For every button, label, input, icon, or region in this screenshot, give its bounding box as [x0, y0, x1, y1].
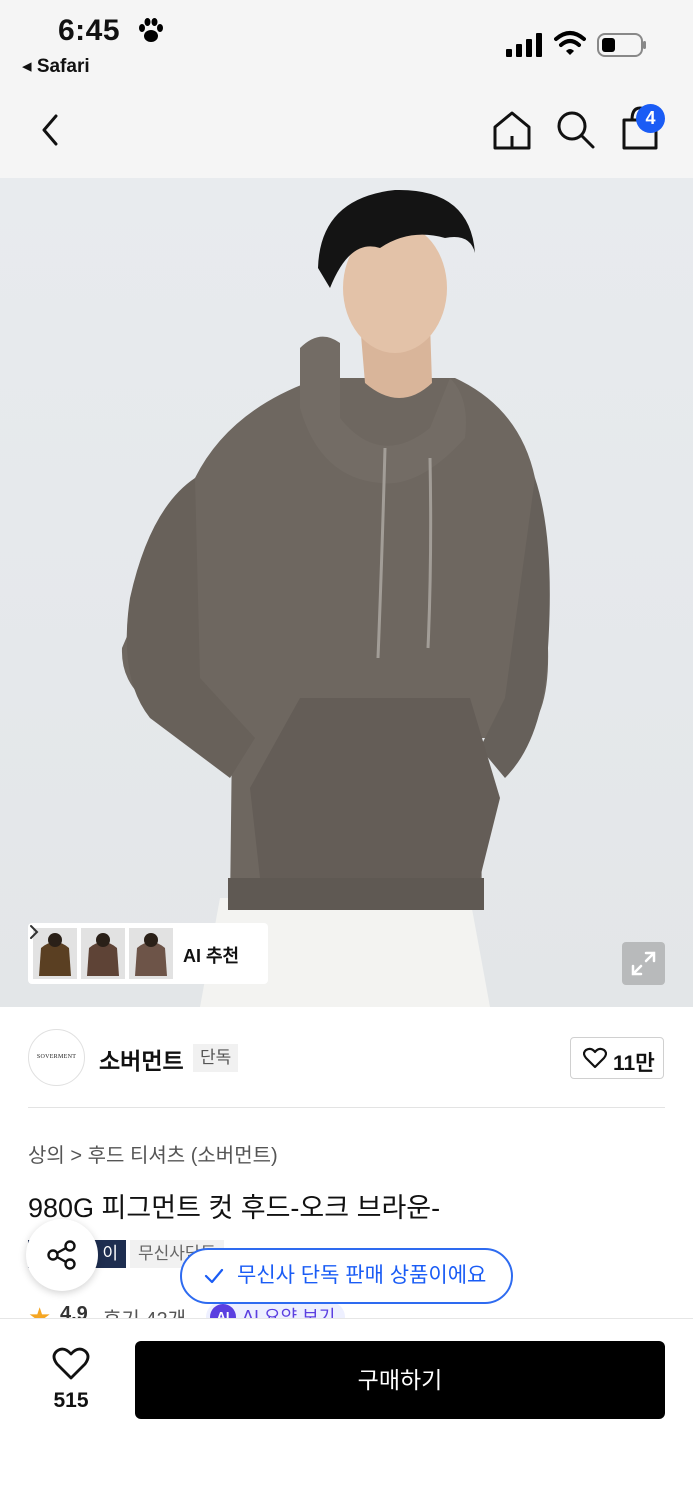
brand-like-button[interactable]: 11만	[570, 1037, 664, 1079]
top-navigation	[0, 86, 693, 178]
recommend-thumbnail[interactable]	[81, 928, 125, 979]
cart-count-badge: 4	[636, 104, 665, 133]
back-arrow-icon[interactable]	[32, 110, 68, 150]
brand-logo[interactable]: SOVERMENT	[28, 1029, 85, 1086]
breadcrumb-category[interactable]: 상의	[28, 1145, 65, 1167]
breadcrumb-subcategory[interactable]: 후드 티셔츠 (소버먼트)	[88, 1145, 278, 1167]
share-icon	[47, 1240, 76, 1270]
expand-image-button[interactable]	[622, 942, 665, 985]
buy-button[interactable]: 구매하기	[135, 1341, 665, 1419]
toast-text: 무신사 단독 판매 상품이에요	[237, 1264, 487, 1287]
check-icon	[204, 1268, 224, 1284]
brand-name[interactable]: 소버먼트	[99, 1042, 184, 1076]
status-time: 6:45	[58, 14, 121, 47]
exclusive-tag: 단독	[193, 1044, 239, 1072]
heart-icon	[583, 1047, 607, 1069]
expand-icon	[631, 951, 656, 976]
search-icon[interactable]	[554, 108, 596, 150]
exclusive-toast: 무신사 단독 판매 상품이에요	[180, 1248, 513, 1304]
cellular-signal-icon	[506, 33, 542, 57]
wishlist-count: 515	[53, 1389, 89, 1412]
product-title: 980G 피그먼트 컷 후드-오크 브라운-	[28, 1193, 441, 1223]
chevron-right-icon	[30, 925, 39, 939]
ai-recommend-label: AI 추천	[183, 946, 240, 966]
home-icon[interactable]	[490, 108, 534, 152]
battery-icon	[597, 33, 646, 57]
product-photo-illustration	[121, 189, 550, 1007]
divider	[28, 1107, 665, 1108]
wifi-icon	[554, 31, 586, 55]
share-button[interactable]	[26, 1219, 98, 1291]
heart-icon	[52, 1347, 90, 1380]
breadcrumb-separator: >	[70, 1145, 83, 1167]
breadcrumb: 상의 > 후드 티셔츠 (소버먼트)	[28, 1139, 278, 1168]
back-to-safari-link[interactable]: ◂ Safari	[22, 55, 90, 78]
paw-icon	[139, 18, 163, 42]
recommend-thumbnail[interactable]	[129, 928, 173, 979]
product-image[interactable]: AI 추천	[0, 178, 693, 1007]
status-bar: 6:45 ◂ Safari	[0, 0, 693, 86]
brand-like-count: 11만	[613, 1052, 655, 1075]
bottom-action-bar: 515 구매하기	[0, 1318, 693, 1500]
ai-recommend-box[interactable]: AI 추천	[28, 923, 268, 984]
wishlist-button[interactable]: 515	[40, 1347, 102, 1417]
